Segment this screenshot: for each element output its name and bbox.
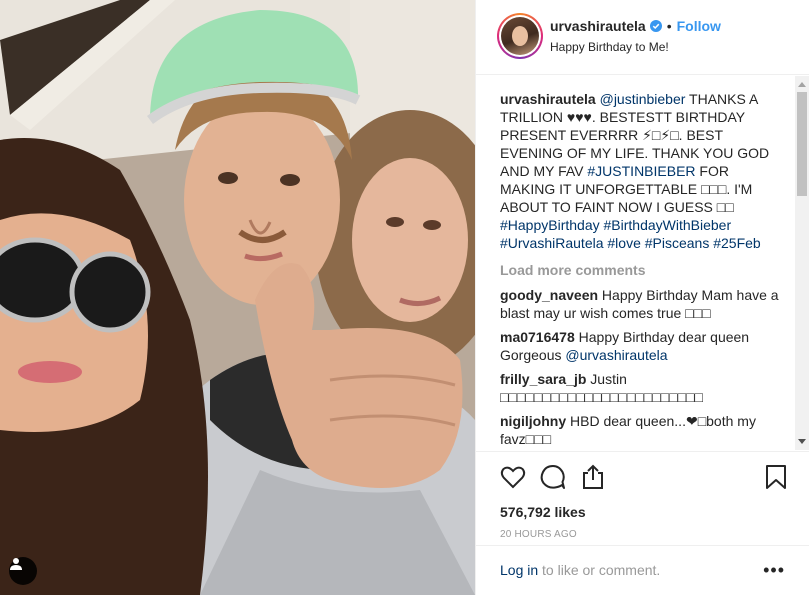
comments-list[interactable]: urvashirautela @justinbieber THANKS A TR…: [476, 76, 809, 450]
hashtag-birthdaywithbieber[interactable]: #BirthdayWithBieber: [604, 217, 732, 233]
scroll-down-arrow-icon[interactable]: [798, 439, 806, 444]
follow-button[interactable]: Follow: [677, 18, 721, 34]
scroll-up-arrow-icon[interactable]: [798, 82, 806, 87]
post-location[interactable]: Happy Birthday to Me!: [550, 40, 721, 54]
bookmark-icon[interactable]: [763, 464, 789, 490]
comment-item: nigiljohny HBD dear queen...❤□both my fa…: [500, 412, 780, 448]
comment-username[interactable]: ma0716478: [500, 329, 575, 345]
instagram-post: urvashirautela • Follow Happy Birthday t…: [0, 0, 809, 595]
verified-badge-icon: [649, 20, 662, 32]
login-prompt: Log in to like or comment. •••: [476, 545, 809, 595]
user-tags-button[interactable]: [9, 557, 37, 585]
avatar[interactable]: [497, 13, 543, 59]
hashtag-justinbieber[interactable]: #JUSTINBIEBER: [587, 163, 695, 179]
comment-item: goody_naveen Happy Birthday Mam have a b…: [500, 286, 780, 322]
hashtag-pisceans[interactable]: #Pisceans: [645, 235, 710, 251]
scroll-thumb[interactable]: [797, 92, 807, 196]
login-link[interactable]: Log in: [500, 562, 538, 578]
comment-username[interactable]: nigiljohny: [500, 413, 566, 429]
load-more-comments-button[interactable]: Load more comments: [500, 262, 793, 278]
login-prompt-text: to like or comment.: [538, 562, 661, 578]
share-icon[interactable]: [580, 464, 606, 490]
post-actions: 576,792 likes 20 HOURS AGO: [476, 451, 809, 540]
comment-mention[interactable]: @urvashirautela: [565, 347, 667, 363]
separator-dot: •: [666, 18, 672, 34]
post-side-panel: urvashirautela • Follow Happy Birthday t…: [475, 0, 809, 595]
header-username[interactable]: urvashirautela: [550, 18, 646, 34]
selfie-image: [0, 0, 475, 595]
hashtag-love[interactable]: #love: [607, 235, 640, 251]
post-photo[interactable]: [0, 0, 475, 595]
post-header: urvashirautela • Follow Happy Birthday t…: [476, 0, 809, 75]
comment-item: frilly_sara_jb Justin □□□□□□□□□□□□□□□□□□…: [500, 370, 780, 406]
likes-count[interactable]: 576,792 likes: [500, 504, 809, 520]
comment-item: ma0716478 Happy Birthday dear queen Gorg…: [500, 328, 780, 364]
caption: urvashirautela @justinbieber THANKS A TR…: [500, 90, 780, 252]
comment-icon[interactable]: [540, 464, 566, 490]
comment-username[interactable]: frilly_sara_jb: [500, 371, 586, 387]
hashtag-happybirthday[interactable]: #HappyBirthday: [500, 217, 600, 233]
hashtag-25feb[interactable]: #25Feb: [713, 235, 760, 251]
caption-username[interactable]: urvashirautela: [500, 91, 596, 107]
heart-icon[interactable]: [500, 464, 526, 490]
comments-scrollbar[interactable]: [795, 76, 809, 450]
post-timestamp[interactable]: 20 HOURS AGO: [500, 529, 809, 540]
user-icon: [10, 558, 22, 570]
comment-username[interactable]: goody_naveen: [500, 287, 598, 303]
more-options-icon[interactable]: •••: [763, 560, 785, 581]
caption-mention[interactable]: @justinbieber: [600, 91, 686, 107]
hashtag-urvashirautela[interactable]: #UrvashiRautela: [500, 235, 604, 251]
